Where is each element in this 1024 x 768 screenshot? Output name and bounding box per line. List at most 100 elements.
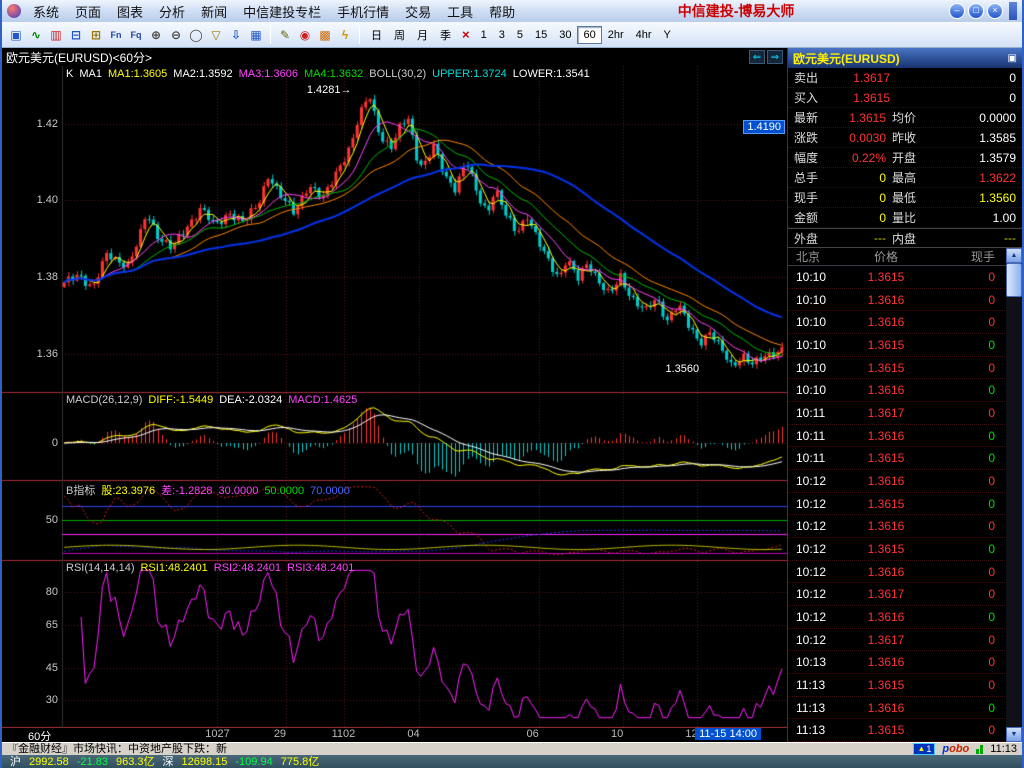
tick-row: 10:101.36160 (788, 311, 1007, 334)
menu-item[interactable]: 工具 (439, 0, 481, 23)
period-button[interactable]: 日 (365, 26, 388, 44)
quote-label: 卖出 (788, 69, 832, 86)
magnifier-icon[interactable]: ◯ (186, 25, 206, 45)
chart-area[interactable]: KMA1MA1:1.3605MA2:1.3592MA3:1.3606MA4:1.… (2, 66, 787, 728)
table-icon[interactable]: ▦ (246, 25, 266, 45)
app-icon[interactable] (7, 4, 21, 18)
period-button[interactable]: 季 (434, 26, 457, 44)
tick-time: 10:11 (788, 451, 842, 465)
close-chart-button[interactable]: × (457, 27, 475, 42)
tick-price: 1.3615 (842, 678, 930, 692)
tick-price: 1.3617 (842, 633, 930, 647)
interval-button[interactable]: 1 (475, 26, 493, 44)
filter-icon[interactable]: ▽ (206, 25, 226, 45)
prev-page-button[interactable]: ⇐ (749, 50, 765, 64)
menu-item[interactable]: 新闻 (193, 0, 235, 23)
formula-icon[interactable]: Fn (106, 25, 126, 45)
tick-row: 10:101.36150 (788, 357, 1007, 380)
period-button[interactable]: 月 (411, 26, 434, 44)
quote-label: 最新 (788, 109, 828, 126)
quote-value: 0.0030 (828, 131, 886, 145)
x-axis-label: 06 (527, 728, 539, 740)
pobo-logo: pobo (942, 744, 969, 755)
toolbar-separator (359, 26, 360, 44)
chart-title: 欧元美元(EURUSD)<60分> (6, 49, 152, 66)
quote-panel-title: 欧元美元(EURUSD) (793, 50, 900, 67)
index-amount: 775.8亿 (281, 756, 320, 768)
alert-badge[interactable]: ▲1 (913, 743, 935, 755)
tick-row: 10:121.36150 (788, 493, 1007, 516)
quote-panel-header: 欧元美元(EURUSD) ▣ (788, 48, 1022, 68)
palette-icon[interactable]: ▩ (315, 25, 335, 45)
tile-icon[interactable]: ⊞ (86, 25, 106, 45)
chart-canvas[interactable] (2, 66, 787, 728)
next-page-button[interactable]: ⇒ (767, 50, 783, 64)
tick-time: 10:10 (788, 293, 842, 307)
export-icon[interactable]: ⇩ (226, 25, 246, 45)
tick-time: 11:13 (788, 723, 842, 737)
alarm-icon[interactable]: ◉ (295, 25, 315, 45)
tick-col-price: 价格 (842, 248, 930, 265)
candle-chart-icon[interactable]: ▥ (46, 25, 66, 45)
menu-item[interactable]: 页面 (67, 0, 109, 23)
zoom-out-icon[interactable]: ⊖ (166, 25, 186, 45)
menu-item[interactable]: 帮助 (481, 0, 523, 23)
interval-button[interactable]: 5 (511, 26, 529, 44)
scroll-thumb[interactable] (1006, 263, 1022, 297)
minimize-button[interactable]: – (949, 3, 965, 19)
quote-label: 买入 (788, 89, 832, 106)
interval-button[interactable]: 15 (529, 26, 553, 44)
interval-button[interactable]: 60 (577, 26, 601, 44)
interval-button[interactable]: 3 (493, 26, 511, 44)
menu-item[interactable]: 系统 (25, 0, 67, 23)
menu-item[interactable]: 手机行情 (329, 0, 397, 23)
interval-button[interactable]: 2hr (602, 26, 630, 44)
news-ticker[interactable]: 『金融财经』市场快讯：中资地产股下跌：新 (7, 743, 906, 755)
lot-value: --- (828, 231, 886, 245)
index-value: 2992.58 (29, 756, 69, 768)
tick-qty: 0 (930, 610, 1007, 624)
lot-label: 内盘 (886, 230, 932, 247)
lightning-icon[interactable]: ϟ (335, 25, 355, 45)
window-controls: – □ × (949, 2, 1017, 20)
interval-button[interactable]: 30 (553, 26, 577, 44)
tick-qty: 0 (930, 497, 1007, 511)
stat-row: 涨跌0.0030昨收1.3585 (788, 128, 1022, 148)
tick-qty: 0 (930, 701, 1007, 715)
panel-settings-icon[interactable]: ▣ (1008, 53, 1017, 64)
chart-nav: ⇐ ⇒ (749, 50, 783, 64)
scroll-down-button[interactable]: ▼ (1006, 727, 1022, 742)
tick-qty: 0 (930, 406, 1007, 420)
tick-price: 1.3615 (842, 361, 930, 375)
draw-icon[interactable]: ✎ (275, 25, 295, 45)
zoom-in-icon[interactable]: ⊕ (146, 25, 166, 45)
menu-item[interactable]: 中信建投专栏 (235, 0, 329, 23)
menu-item[interactable]: 图表 (109, 0, 151, 23)
menu-item[interactable]: 交易 (397, 0, 439, 23)
menu-item[interactable]: 分析 (151, 0, 193, 23)
tick-time: 11:13 (788, 678, 842, 692)
quote-qty: 0 (890, 91, 1022, 105)
line-chart-icon[interactable]: ∿ (26, 25, 46, 45)
compress-icon[interactable]: ⊟ (66, 25, 86, 45)
interval-button[interactable]: Y (658, 26, 677, 44)
tick-qty: 0 (930, 338, 1007, 352)
period-button[interactable]: 周 (388, 26, 411, 44)
tick-price: 1.3617 (842, 406, 930, 420)
scroll-track[interactable] (1006, 297, 1022, 727)
quote-label: 总手 (788, 169, 828, 186)
quote-page-icon[interactable]: Fq (126, 25, 146, 45)
tick-row: 10:101.36160 (788, 289, 1007, 312)
quote-label: 均价 (886, 109, 932, 126)
interval-button[interactable]: 4hr (630, 26, 658, 44)
close-button[interactable]: × (987, 3, 1003, 19)
tick-qty: 0 (930, 565, 1007, 579)
restore-button[interactable]: □ (968, 3, 984, 19)
chart-header: 欧元美元(EURUSD)<60分> ⇐ ⇒ (2, 48, 787, 66)
window-icon[interactable]: ▣ (6, 25, 26, 45)
tick-time: 10:10 (788, 270, 842, 284)
tick-qty: 0 (930, 361, 1007, 375)
scroll-up-button[interactable]: ▲ (1006, 248, 1022, 263)
quote-value: 0 (828, 211, 886, 225)
quote-value: 1.3622 (932, 171, 1022, 185)
